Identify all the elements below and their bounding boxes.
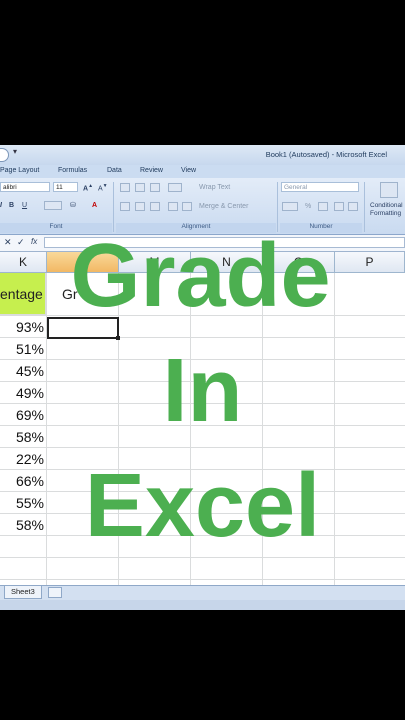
increase-decimal-icon[interactable] xyxy=(334,202,344,211)
italic-icon[interactable]: I xyxy=(0,200,2,211)
status-bar xyxy=(0,600,405,610)
formatting-label[interactable]: Formatting xyxy=(370,208,401,219)
align-right-icon[interactable] xyxy=(150,202,160,211)
tab-data[interactable]: Data xyxy=(107,167,122,174)
office-button[interactable] xyxy=(0,148,9,162)
comma-icon[interactable] xyxy=(318,202,328,211)
title-bar: ▾ Book1 (Autosaved) - Microsoft Excel xyxy=(0,145,405,165)
tab-review[interactable]: Review xyxy=(140,167,163,174)
border-icon[interactable] xyxy=(44,201,62,210)
quick-access-dropdown-icon[interactable]: ▾ xyxy=(13,147,17,156)
tab-formulas[interactable]: Formulas xyxy=(58,167,87,174)
merge-center-button[interactable]: Merge & Center xyxy=(199,201,248,212)
grow-font-icon[interactable]: A▲ xyxy=(83,181,93,192)
shrink-font-icon[interactable]: A▼ xyxy=(98,181,108,192)
fill-color-icon[interactable]: ⛁ xyxy=(70,200,76,211)
sheet-tab-bar: Sheet3 xyxy=(0,585,405,600)
tab-page-layout[interactable]: Page Layout xyxy=(0,167,39,174)
overlay-title-grade: Grade xyxy=(70,226,331,326)
underline-icon[interactable]: U xyxy=(22,200,27,211)
gridline xyxy=(0,579,405,580)
align-center-icon[interactable] xyxy=(135,202,145,211)
wrap-text-button[interactable]: Wrap Text xyxy=(199,182,230,193)
ribbon-tabs: Page Layout Formulas Data Review View xyxy=(0,165,405,178)
overlay-title-excel: Excel xyxy=(84,456,321,556)
font-name-box[interactable]: alibri xyxy=(0,182,50,192)
decrease-decimal-icon[interactable] xyxy=(348,202,358,211)
bold-icon[interactable]: B xyxy=(9,200,14,211)
number-format-box[interactable]: General xyxy=(281,182,359,192)
orientation-icon[interactable] xyxy=(168,183,182,192)
align-left-icon[interactable] xyxy=(120,202,130,211)
overlay-title-in: In xyxy=(162,341,243,441)
currency-icon[interactable] xyxy=(282,202,298,211)
increase-indent-icon[interactable] xyxy=(182,202,192,211)
sheet-tab-sheet3[interactable]: Sheet3 xyxy=(4,586,42,599)
window-title: Book1 (Autosaved) - Microsoft Excel xyxy=(265,150,387,159)
insert-sheet-icon[interactable] xyxy=(48,587,62,598)
align-top-icon[interactable] xyxy=(120,183,130,192)
font-color-icon[interactable]: A xyxy=(92,200,97,211)
tab-view[interactable]: View xyxy=(181,167,196,174)
gridline xyxy=(0,447,405,448)
conditional-formatting-icon[interactable] xyxy=(380,182,398,198)
decrease-indent-icon[interactable] xyxy=(168,202,178,211)
percent-icon[interactable]: % xyxy=(305,201,311,212)
align-middle-icon[interactable] xyxy=(135,183,145,192)
font-size-box[interactable]: 11 xyxy=(53,182,78,192)
align-bottom-icon[interactable] xyxy=(150,183,160,192)
